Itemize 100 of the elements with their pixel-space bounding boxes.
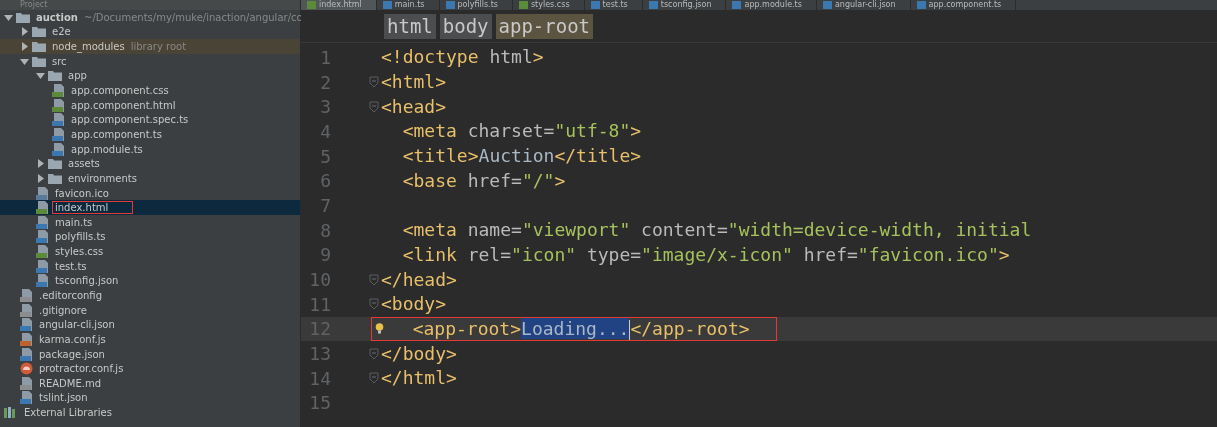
line-number: 6 xyxy=(319,170,331,192)
file-name: app.module.ts xyxy=(70,142,144,156)
collapsed-arrow-icon[interactable] xyxy=(20,27,29,37)
file-name: app xyxy=(67,69,88,83)
tree-item[interactable]: protractor.conf.js xyxy=(0,361,300,376)
tree-item[interactable]: favicon.ico xyxy=(0,185,300,201)
file-icon xyxy=(52,113,65,127)
file-icon xyxy=(590,1,600,9)
tree-item[interactable]: package.json xyxy=(0,346,300,362)
file-name: test.ts xyxy=(54,259,88,273)
file-icon xyxy=(36,259,49,273)
fold-marker-icon[interactable] xyxy=(369,100,379,113)
line-number: 14 xyxy=(308,367,331,389)
file-icon xyxy=(916,1,926,9)
tree-item[interactable]: app.component.ts xyxy=(0,127,300,142)
tree-item[interactable]: app.module.ts xyxy=(0,141,300,157)
line-number: 10 xyxy=(308,269,331,291)
tree-item[interactable]: auction ~/Documents/my/muke/inaction/angular/co xyxy=(0,10,300,25)
file-name: favicon.ico xyxy=(54,186,110,200)
file-name: package.json xyxy=(38,347,106,361)
tree-item[interactable]: app.component.css xyxy=(0,83,300,98)
fold-marker-icon[interactable] xyxy=(369,273,379,286)
editor-tab[interactable]: angular-cli.json xyxy=(816,0,911,10)
file-icon xyxy=(36,274,49,288)
editor-tab[interactable]: tsconfig.json xyxy=(642,0,727,10)
file-name: .gitignore xyxy=(38,303,88,317)
file-icon xyxy=(36,201,49,215)
breadcrumb-item[interactable]: html xyxy=(384,13,436,39)
file-name: External Libraries xyxy=(23,406,113,420)
file-name: assets xyxy=(67,157,101,171)
folder-icon xyxy=(48,70,62,82)
tree-item[interactable]: e2e xyxy=(0,24,300,40)
code-line: <head> xyxy=(381,95,447,118)
tree-item[interactable]: polyfills.ts xyxy=(0,229,300,245)
expanded-arrow-icon[interactable] xyxy=(20,56,29,66)
tree-item[interactable]: README.md xyxy=(0,376,300,391)
tree-item[interactable]: node_modules library root xyxy=(0,39,300,54)
file-icon xyxy=(20,376,33,390)
expanded-arrow-icon[interactable] xyxy=(36,71,45,81)
tree-item[interactable]: main.ts xyxy=(0,214,300,230)
path-note: library root xyxy=(130,41,187,53)
editor-tab[interactable]: app.module.ts xyxy=(726,0,817,10)
code-line: </html> xyxy=(381,367,457,390)
line-number: 15 xyxy=(308,392,331,414)
editor-tab[interactable]: index.html xyxy=(301,0,377,10)
tree-item[interactable]: karma.conf.js xyxy=(0,332,300,347)
tree-item[interactable]: styles.css xyxy=(0,244,300,259)
tree-item[interactable]: app.component.spec.ts xyxy=(0,112,300,128)
file-icon xyxy=(36,215,49,229)
tree-item[interactable]: assets xyxy=(0,156,300,172)
tree-item[interactable]: src xyxy=(0,53,300,69)
editor-tab[interactable]: main.ts xyxy=(376,0,440,10)
file-icon xyxy=(20,289,33,302)
tree-item[interactable]: test.ts xyxy=(0,258,300,274)
editor-tab[interactable]: app.component.ts xyxy=(910,0,1017,10)
tree-item[interactable]: index.html xyxy=(0,200,300,215)
fold-marker-icon[interactable] xyxy=(369,76,379,89)
file-name: main.ts xyxy=(54,215,94,229)
tree-item[interactable]: environments xyxy=(0,171,300,186)
tree-item[interactable]: .editorconfig xyxy=(0,288,300,303)
file-icon xyxy=(445,1,455,9)
line-number: 2 xyxy=(319,71,331,93)
line-number: 13 xyxy=(308,343,331,365)
folder-icon xyxy=(48,172,62,184)
tree-item[interactable]: app.component.html xyxy=(0,97,300,113)
line-number: 11 xyxy=(308,293,331,315)
fold-marker-icon[interactable] xyxy=(369,372,379,385)
file-icon xyxy=(52,98,65,112)
file-icon xyxy=(732,1,742,9)
panel-title: Project xyxy=(20,0,48,10)
tree-item[interactable]: .gitignore xyxy=(0,302,300,318)
tree-item[interactable]: app xyxy=(0,68,300,84)
editor-tab[interactable]: test.ts xyxy=(584,0,643,10)
protractor-icon xyxy=(20,362,33,376)
file-name: app.component.css xyxy=(70,84,170,97)
tree-item[interactable]: tslint.json xyxy=(0,390,300,406)
folder-icon xyxy=(48,158,62,170)
editor-tab[interactable]: styles.css xyxy=(512,0,585,10)
tree-item[interactable]: External Libraries xyxy=(0,405,300,420)
breadcrumb-item[interactable]: body xyxy=(439,13,492,39)
tree-item[interactable]: angular-cli.json xyxy=(0,317,300,333)
collapsed-arrow-icon[interactable] xyxy=(36,159,45,169)
collapsed-arrow-icon[interactable] xyxy=(20,42,29,52)
folder-icon xyxy=(32,41,46,53)
line-number: 8 xyxy=(319,219,331,241)
file-name: README.md xyxy=(38,376,103,390)
expanded-arrow-icon[interactable] xyxy=(4,12,13,22)
file-icon xyxy=(20,303,33,317)
file-name: styles.css xyxy=(54,245,105,259)
breadcrumb-item[interactable]: app-root xyxy=(495,13,594,39)
tree-item[interactable]: tsconfig.json xyxy=(0,273,300,289)
collapsed-arrow-icon[interactable] xyxy=(36,173,45,183)
editor-tab[interactable]: polyfills.ts xyxy=(439,0,513,10)
lightbulb-icon[interactable] xyxy=(375,323,384,335)
file-name: auction xyxy=(35,10,79,24)
file-icon xyxy=(822,1,832,9)
fold-marker-icon[interactable] xyxy=(369,347,379,360)
file-name: .editorconfig xyxy=(38,289,103,302)
file-icon xyxy=(36,245,49,259)
fold-marker-icon[interactable] xyxy=(369,298,379,311)
